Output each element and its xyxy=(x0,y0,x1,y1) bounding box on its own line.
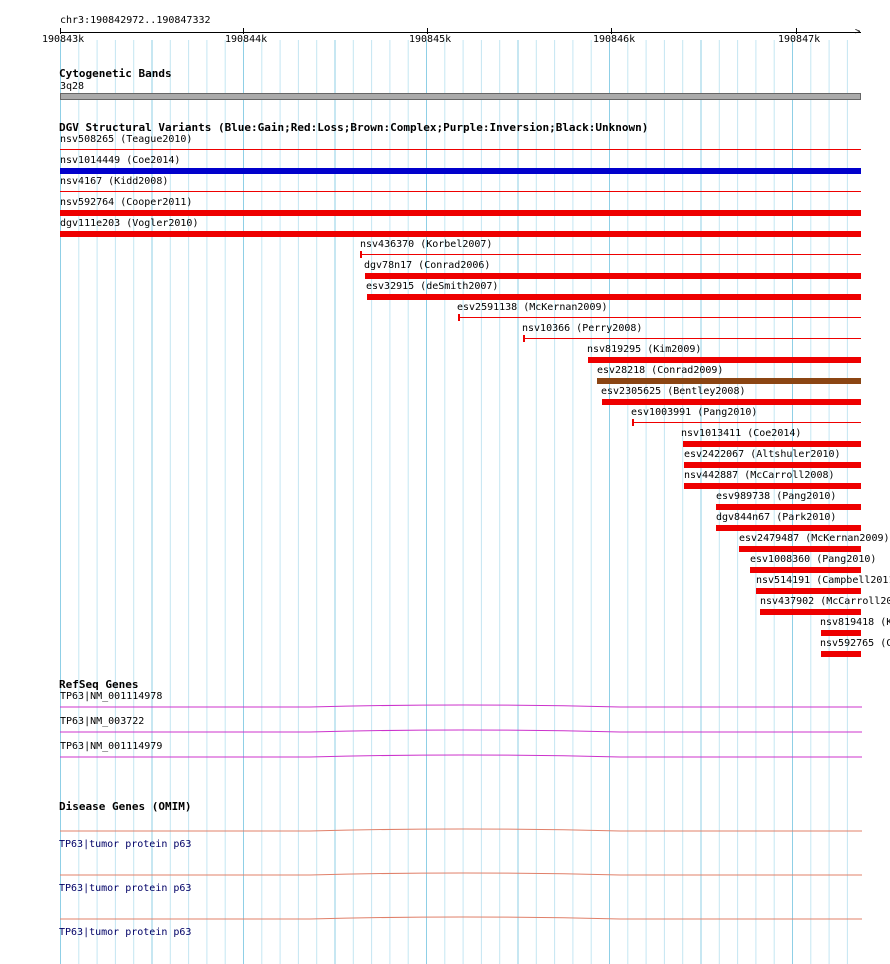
variant-bar[interactable] xyxy=(60,231,861,237)
variant-bar[interactable] xyxy=(683,441,861,447)
variant-bar[interactable] xyxy=(60,168,861,174)
variant-bar[interactable] xyxy=(821,630,861,636)
cytoband-label: 3q28 xyxy=(60,81,85,92)
variant-bar[interactable] xyxy=(60,210,861,216)
variant-bar[interactable] xyxy=(821,651,861,657)
ruler-tick-label: 190843k xyxy=(42,34,85,45)
variant-label[interactable]: dgv78n17 (Conrad2006) xyxy=(364,260,490,272)
variant-bar[interactable] xyxy=(632,422,861,423)
location-label: chr3:190842972..190847332 xyxy=(60,15,211,26)
variant-bar[interactable] xyxy=(60,149,861,150)
omim-gene-label[interactable]: TP63|tumor protein p63 xyxy=(59,839,191,851)
variant-label[interactable]: nsv1013411 (Coe2014) xyxy=(681,428,801,440)
variant-bar[interactable] xyxy=(597,378,861,384)
variant-bar[interactable] xyxy=(588,357,861,363)
variant-label[interactable]: esv989738 (Pang2010) xyxy=(716,491,836,503)
variant-label[interactable]: nsv4167 (Kidd2008) xyxy=(60,176,168,188)
variant-bar[interactable] xyxy=(458,317,861,318)
omim-track-title[interactable]: Disease Genes (OMIM) xyxy=(59,800,191,813)
variant-label[interactable]: esv32915 (deSmith2007) xyxy=(366,281,498,293)
variant-label[interactable]: dgv844n67 (Park2010) xyxy=(716,512,836,524)
variant-bar[interactable] xyxy=(367,294,861,300)
variant-label[interactable]: esv2479487 (McKernan2009) xyxy=(739,533,890,545)
variant-bar[interactable] xyxy=(523,338,861,339)
cytoband-bar[interactable] xyxy=(60,93,861,100)
variant-label[interactable]: nsv10366 (Perry2008) xyxy=(522,323,642,335)
variant-label[interactable]: dgv111e203 (Vogler2010) xyxy=(60,218,198,230)
variant-label[interactable]: nsv1014449 (Coe2014) xyxy=(60,155,180,167)
refseq-track-title[interactable]: RefSeq Genes xyxy=(59,678,138,691)
omim-gene-label[interactable]: TP63|tumor protein p63 xyxy=(59,883,191,895)
ruler-tick-label: 190847k xyxy=(778,34,821,45)
variant-label[interactable]: nsv592764 (Cooper2011) xyxy=(60,197,192,209)
variant-bar[interactable] xyxy=(684,462,861,468)
variant-label[interactable]: nsv442887 (McCarroll2008) xyxy=(684,470,835,482)
variant-label[interactable]: esv2305625 (Bentley2008) xyxy=(601,386,746,398)
variant-bar[interactable] xyxy=(760,609,861,615)
variant-bar-end xyxy=(523,335,525,342)
variant-bar[interactable] xyxy=(716,504,861,510)
ruler-tick-label: 190845k xyxy=(409,34,452,45)
variant-bar-end xyxy=(458,314,460,321)
variant-label[interactable]: esv2422067 (Altshuler2010) xyxy=(684,449,841,461)
dgv-track-title[interactable]: DGV Structural Variants (Blue:Gain;Red:L… xyxy=(59,121,648,134)
variant-bar[interactable] xyxy=(365,273,861,279)
variant-label[interactable]: nsv592765 (C xyxy=(820,638,890,650)
ruler-axis xyxy=(60,32,861,33)
variant-bar[interactable] xyxy=(60,191,861,192)
variant-label[interactable]: esv1008360 (Pang2010) xyxy=(750,554,876,566)
variant-bar[interactable] xyxy=(716,525,861,531)
variant-label[interactable]: esv2591138 (McKernan2009) xyxy=(457,302,608,314)
variant-bar[interactable] xyxy=(360,254,861,255)
refseq-gene-model[interactable] xyxy=(60,701,862,711)
variant-label[interactable]: nsv819295 (Kim2009) xyxy=(587,344,701,356)
variant-label[interactable]: nsv508265 (Teague2010) xyxy=(60,134,192,146)
omim-gene-model[interactable] xyxy=(60,825,862,835)
omim-gene-model[interactable] xyxy=(60,869,862,879)
variant-label[interactable]: esv28218 (Conrad2009) xyxy=(597,365,723,377)
variant-label[interactable]: nsv819418 (K xyxy=(820,617,890,629)
ruler-tick-label: 190844k xyxy=(225,34,268,45)
variant-bar-end xyxy=(360,251,362,258)
ruler-tick-label: 190846k xyxy=(593,34,636,45)
variant-bar[interactable] xyxy=(756,588,861,594)
variant-label[interactable]: esv1003991 (Pang2010) xyxy=(631,407,757,419)
variant-label[interactable]: nsv437902 (McCarroll20 xyxy=(760,596,890,608)
variant-bar-end xyxy=(632,419,634,426)
refseq-gene-model[interactable] xyxy=(60,726,862,736)
variant-bar[interactable] xyxy=(750,567,861,573)
variant-label[interactable]: nsv436370 (Korbel2007) xyxy=(360,239,492,251)
cytoband-track-title[interactable]: Cytogenetic Bands xyxy=(59,67,172,80)
ruler-arrow-icon: > xyxy=(855,27,861,37)
variant-bar[interactable] xyxy=(602,399,861,405)
refseq-gene-model[interactable] xyxy=(60,751,862,761)
variant-bar[interactable] xyxy=(739,546,861,552)
variant-bar[interactable] xyxy=(684,483,861,489)
omim-gene-label[interactable]: TP63|tumor protein p63 xyxy=(59,927,191,939)
variant-label[interactable]: nsv514191 (Campbell2011 xyxy=(756,575,890,587)
omim-gene-model[interactable] xyxy=(60,913,862,923)
